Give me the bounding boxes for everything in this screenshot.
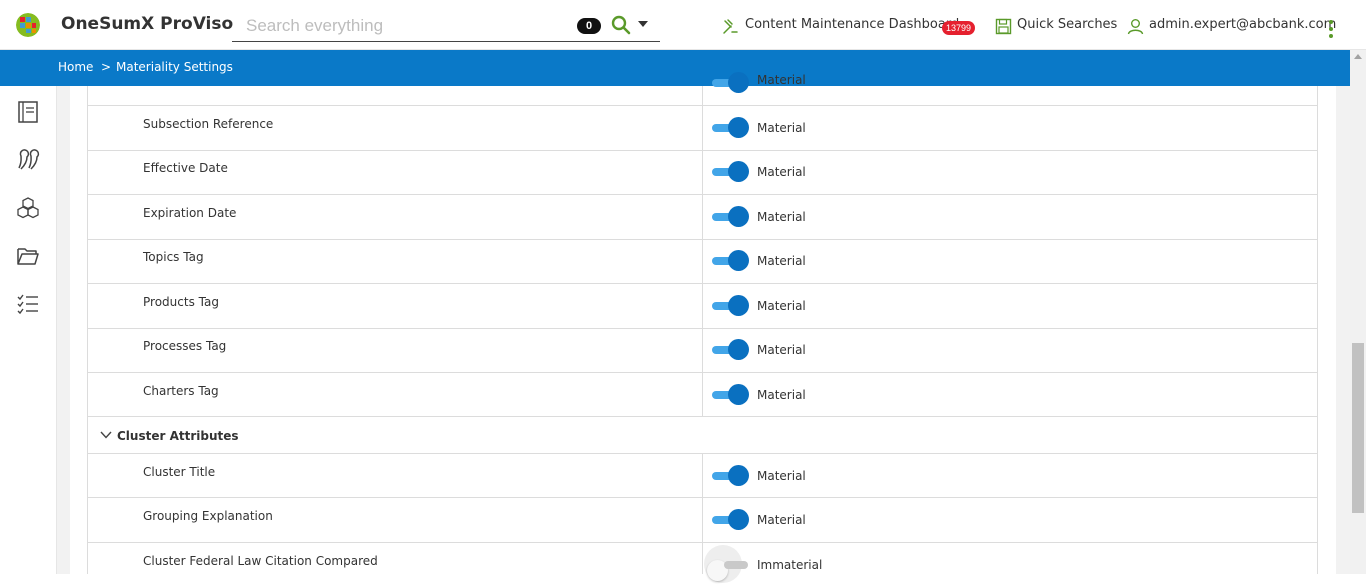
attribute-label: Processes Tag	[143, 339, 227, 353]
table-row: Effective Date	[88, 150, 1317, 195]
materiality-toggle[interactable]	[712, 206, 752, 230]
quote-icon[interactable]	[16, 148, 40, 172]
user-menu-link[interactable]: admin.expert@abcbank.com	[1149, 17, 1336, 32]
materiality-status: Material	[757, 469, 806, 483]
materiality-toggle[interactable]	[712, 339, 752, 363]
search-input[interactable]	[246, 15, 566, 37]
app-title[interactable]: OneSumX ProViso	[61, 14, 233, 34]
search-icon[interactable]	[610, 14, 632, 36]
materiality-status: Immaterial	[757, 558, 823, 572]
table-row: Processes Tag	[88, 328, 1317, 373]
materiality-status: Material	[757, 121, 806, 135]
attribute-label: Charters Tag	[143, 384, 219, 398]
section-label: Cluster Attributes	[117, 429, 239, 443]
attribute-label: Grouping Explanation	[143, 509, 273, 523]
materiality-toggle[interactable]	[704, 545, 752, 583]
checklist-icon[interactable]	[16, 292, 40, 316]
top-header: OneSumX ProViso 0 Content Maintenance Da…	[0, 0, 1366, 50]
attribute-label: Cluster Title	[143, 465, 216, 479]
materiality-status: Material	[757, 513, 806, 527]
materiality-toggle[interactable]	[712, 384, 752, 408]
search-dropdown-caret-icon[interactable]	[638, 21, 648, 27]
quick-searches-link[interactable]: Quick Searches	[1017, 17, 1117, 32]
table-row: Expiration Date	[88, 195, 1317, 240]
content-maintenance-dashboard-link[interactable]: Content Maintenance Dashboard	[745, 17, 959, 32]
document-list-icon[interactable]	[16, 100, 40, 124]
search-count-badge: 0	[577, 18, 601, 34]
materiality-status: Material	[757, 165, 806, 179]
materiality-toggle[interactable]	[712, 295, 752, 319]
table-row: Cluster Title	[88, 454, 1317, 498]
attribute-label: Expiration Date	[143, 206, 237, 220]
user-icon	[1127, 19, 1144, 35]
dashboard-count-badge: 13799	[942, 21, 975, 35]
folder-open-icon[interactable]	[16, 244, 40, 268]
chevron-down-icon[interactable]	[100, 431, 112, 439]
materiality-status: Material	[757, 299, 806, 313]
materiality-toggle[interactable]	[712, 465, 752, 489]
materiality-toggle[interactable]	[712, 161, 752, 185]
table-row	[88, 61, 1317, 106]
table-row: Products Tag	[88, 284, 1317, 329]
hammer-icon	[723, 19, 738, 34]
materiality-status: Material	[757, 254, 806, 268]
attribute-label: Topics Tag	[143, 250, 204, 264]
materiality-toggle[interactable]	[712, 72, 752, 96]
attribute-label: Products Tag	[143, 295, 219, 309]
materiality-status: Material	[757, 210, 806, 224]
cubes-icon[interactable]	[16, 196, 40, 220]
table-row: Charters Tag	[88, 373, 1317, 418]
materiality-status: Material	[757, 388, 806, 402]
left-nav-rail	[0, 86, 57, 574]
materiality-toggle[interactable]	[712, 509, 752, 533]
scrollbar-thumb[interactable]	[1352, 343, 1364, 513]
materiality-toggle[interactable]	[712, 250, 752, 274]
table-row: Cluster Federal Law Citation Compared	[88, 543, 1317, 588]
table-row: Grouping Explanation	[88, 498, 1317, 543]
materiality-toggle[interactable]	[712, 117, 752, 141]
save-disk-icon	[995, 18, 1012, 35]
more-options-icon[interactable]	[1328, 20, 1334, 38]
attribute-label: Effective Date	[143, 161, 228, 175]
scroll-up-arrow-icon[interactable]	[1354, 54, 1362, 59]
materiality-status: Material	[757, 73, 806, 87]
section-header-cluster-attributes[interactable]: Cluster Attributes	[88, 416, 1317, 454]
materiality-status: Material	[757, 343, 806, 357]
table-row: Subsection Reference	[88, 106, 1317, 151]
table-row: Topics Tag	[88, 239, 1317, 284]
app-logo-icon[interactable]	[16, 13, 40, 37]
attribute-label: Subsection Reference	[143, 117, 274, 131]
attribute-label: Cluster Federal Law Citation Compared	[143, 554, 378, 568]
global-search: 0	[232, 11, 660, 42]
